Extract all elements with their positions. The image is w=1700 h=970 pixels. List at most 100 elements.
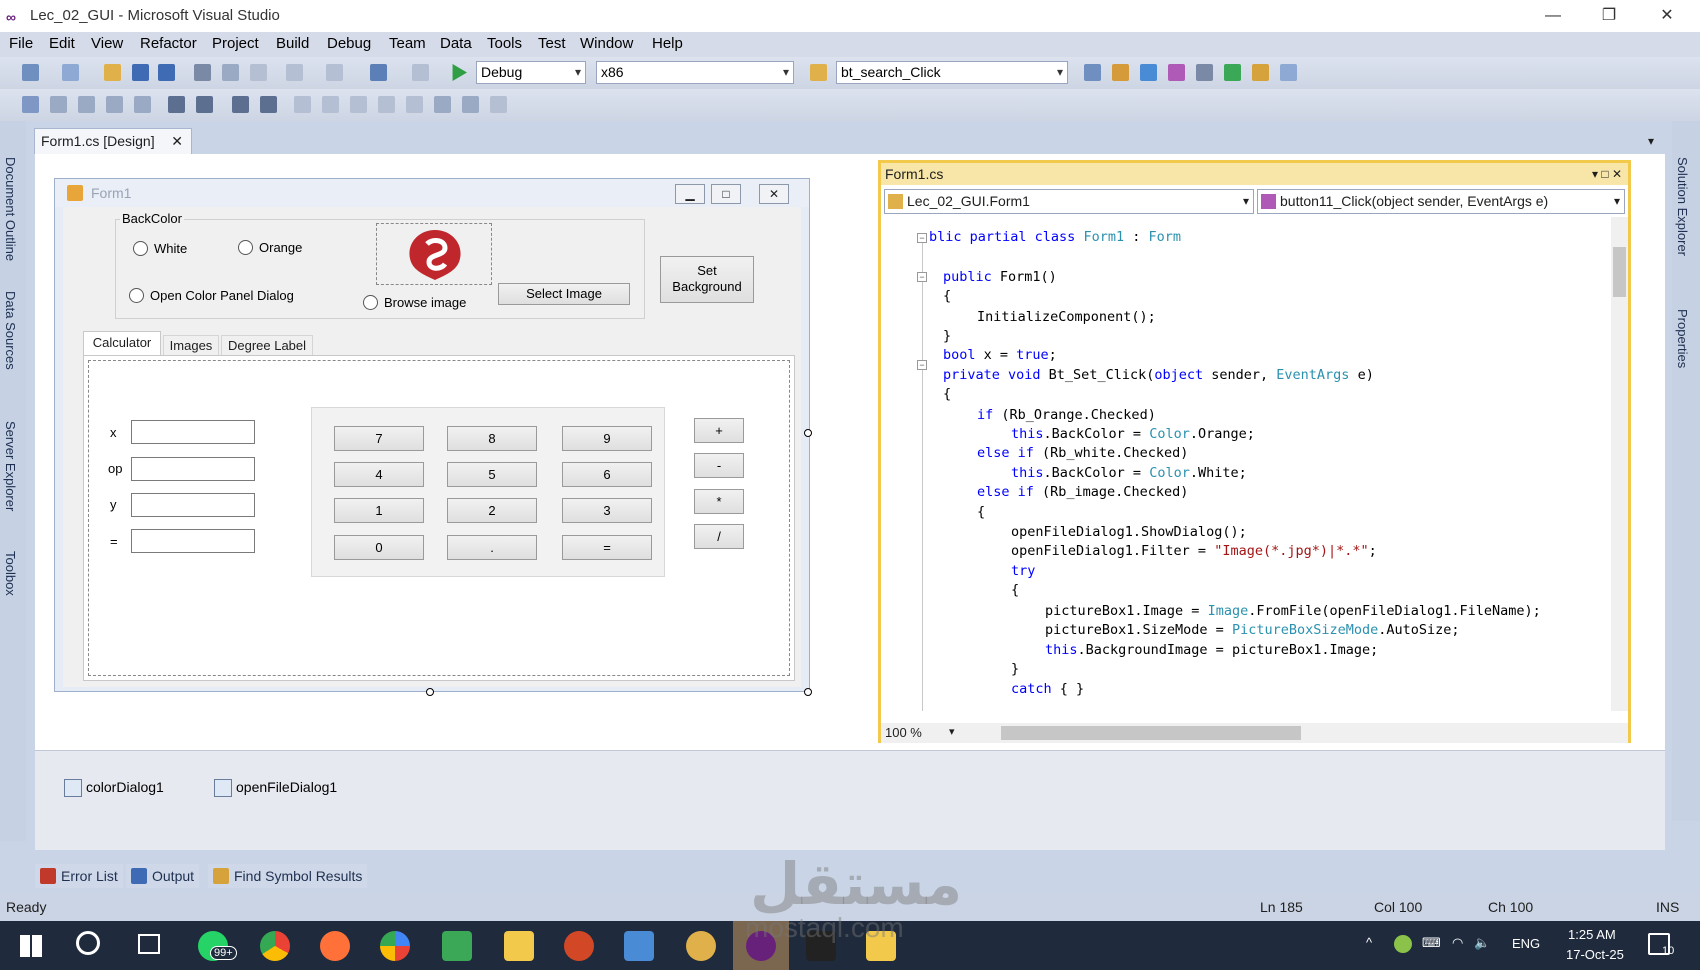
properties-tab[interactable]: Properties <box>1675 309 1690 368</box>
find-in-files-icon[interactable] <box>810 64 827 81</box>
solution-explorer-icon[interactable] <box>1084 64 1101 81</box>
open-file-icon[interactable] <box>104 64 121 81</box>
server-explorer-tab[interactable]: Server Explorer <box>3 421 18 511</box>
notes-icon[interactable] <box>624 931 654 961</box>
tray-app-icon[interactable] <box>1394 935 1412 953</box>
menu-refactor[interactable]: Refactor <box>140 35 197 52</box>
save-icon[interactable] <box>132 64 149 81</box>
extensions-icon[interactable] <box>1224 64 1241 81</box>
find-dropdown[interactable]: bt_search_Click <box>836 61 1068 84</box>
close-tab-icon[interactable]: ✕ <box>171 129 183 153</box>
navigate-icon[interactable] <box>370 64 387 81</box>
output-tab[interactable]: Output <box>126 864 200 888</box>
align-centers-icon[interactable] <box>78 96 95 113</box>
code-vertical-scrollbar[interactable] <box>1611 217 1628 711</box>
data-sources-tab[interactable]: Data Sources <box>3 291 18 370</box>
properties-icon[interactable] <box>1112 64 1129 81</box>
task-view-icon[interactable] <box>138 934 160 954</box>
menu-view[interactable]: View <box>91 35 123 52</box>
resize-handle-bottom[interactable] <box>426 688 434 696</box>
prev-bookmark-folder-icon[interactable] <box>378 96 395 113</box>
key-7-button[interactable]: 7 <box>334 426 424 451</box>
menu-help[interactable]: Help <box>652 35 683 52</box>
open-file-dialog-component[interactable]: openFileDialog1 <box>214 779 337 798</box>
op-input[interactable] <box>131 457 255 481</box>
align-rights-icon[interactable] <box>106 96 123 113</box>
object-browser-icon[interactable] <box>1140 64 1157 81</box>
menu-edit[interactable]: Edit <box>49 35 75 52</box>
clock-time[interactable]: 1:25 AM <box>1568 927 1616 942</box>
plus-button[interactable]: + <box>694 418 744 443</box>
save-all-icon[interactable] <box>158 64 175 81</box>
code-text-area[interactable]: − − − blic partial class Form1 : Form pu… <box>881 217 1611 711</box>
hscroll-thumb[interactable] <box>1001 726 1301 740</box>
align-lefts-icon[interactable] <box>50 96 67 113</box>
select-image-button[interactable]: Select Image <box>498 283 630 305</box>
key-equals-button[interactable]: = <box>562 535 652 560</box>
decrease-indent-icon[interactable] <box>196 96 213 113</box>
document-outline-tab[interactable]: Document Outline <box>3 157 18 261</box>
tab-form1-design[interactable]: Form1.cs [Design] ✕ <box>34 128 192 154</box>
key-8-button[interactable]: 8 <box>447 426 537 451</box>
member-dropdown[interactable]: button11_Click(object sender, EventArgs … <box>1257 189 1625 214</box>
code-window-controls[interactable]: ▾ □ ✕ <box>1592 163 1622 185</box>
close-button[interactable]: ✕ <box>1644 3 1690 29</box>
firefox-icon[interactable] <box>320 931 350 961</box>
color-dialog-component[interactable]: colorDialog1 <box>64 779 164 798</box>
volume-icon[interactable]: 🔈 <box>1474 935 1490 951</box>
undo-icon[interactable] <box>286 64 303 81</box>
increase-indent-icon[interactable] <box>168 96 185 113</box>
next-bookmark-folder-icon[interactable] <box>406 96 423 113</box>
class-view-icon[interactable] <box>1252 64 1269 81</box>
menu-test[interactable]: Test <box>538 35 566 52</box>
browse-image-radio[interactable] <box>363 295 378 310</box>
key-dot-button[interactable]: . <box>447 535 537 560</box>
collapse-icon[interactable]: − <box>917 360 927 370</box>
x-input[interactable] <box>131 420 255 444</box>
solution-config-dropdown[interactable]: Debug <box>476 61 586 84</box>
tab-images[interactable]: Images <box>163 335 219 356</box>
picture-box[interactable] <box>376 223 492 285</box>
menu-tools[interactable]: Tools <box>487 35 522 52</box>
prev-bookmark-icon[interactable] <box>322 96 339 113</box>
powerpoint-icon[interactable] <box>564 931 594 961</box>
maximize-button[interactable]: ❐ <box>1586 3 1632 29</box>
toolbox-icon[interactable] <box>1168 64 1185 81</box>
divide-button[interactable]: / <box>694 524 744 549</box>
tab-overflow-icon[interactable]: ▾ <box>1648 134 1654 148</box>
cut-icon[interactable] <box>194 64 211 81</box>
menu-build[interactable]: Build <box>276 35 309 52</box>
menu-data[interactable]: Data <box>440 35 472 52</box>
uncomment-icon[interactable] <box>260 96 277 113</box>
tab-degree-label[interactable]: Degree Label <box>221 335 313 356</box>
clock-date[interactable]: 17-Oct-25 <box>1566 947 1624 962</box>
key-3-button[interactable]: 3 <box>562 498 652 523</box>
comment-icon[interactable] <box>232 96 249 113</box>
minus-button[interactable]: - <box>694 453 744 478</box>
open-color-panel-radio[interactable] <box>129 288 144 303</box>
window-icon[interactable] <box>1280 64 1297 81</box>
chrome-icon[interactable] <box>260 931 290 961</box>
key-4-button[interactable]: 4 <box>334 462 424 487</box>
result-input[interactable] <box>131 529 255 553</box>
copy-icon[interactable] <box>222 64 239 81</box>
y-input[interactable] <box>131 493 255 517</box>
code-horizontal-scrollbar[interactable]: 100 % ▾ <box>881 723 1628 743</box>
wifi-icon[interactable]: ◠ <box>1452 935 1463 951</box>
collapse-icon[interactable]: − <box>917 233 927 243</box>
language-indicator[interactable]: ENG <box>1512 936 1540 951</box>
solution-explorer-tab[interactable]: Solution Explorer <box>1675 157 1690 256</box>
new-project-icon[interactable] <box>22 64 39 81</box>
key-2-button[interactable]: 2 <box>447 498 537 523</box>
resize-handle-right[interactable] <box>804 429 812 437</box>
key-9-button[interactable]: 9 <box>562 426 652 451</box>
zoom-level[interactable]: 100 % <box>885 725 922 740</box>
clear-bookmarks-icon[interactable] <box>490 96 507 113</box>
menu-team[interactable]: Team <box>389 35 426 52</box>
orange-radio[interactable] <box>238 240 253 255</box>
tab-calculator[interactable]: Calculator <box>83 331 161 356</box>
multiply-button[interactable]: * <box>694 489 744 514</box>
form-maximize-button[interactable]: □ <box>711 184 741 204</box>
platform-dropdown[interactable]: x86 <box>596 61 794 84</box>
class-dropdown[interactable]: Lec_02_GUI.Form1 <box>884 189 1254 214</box>
